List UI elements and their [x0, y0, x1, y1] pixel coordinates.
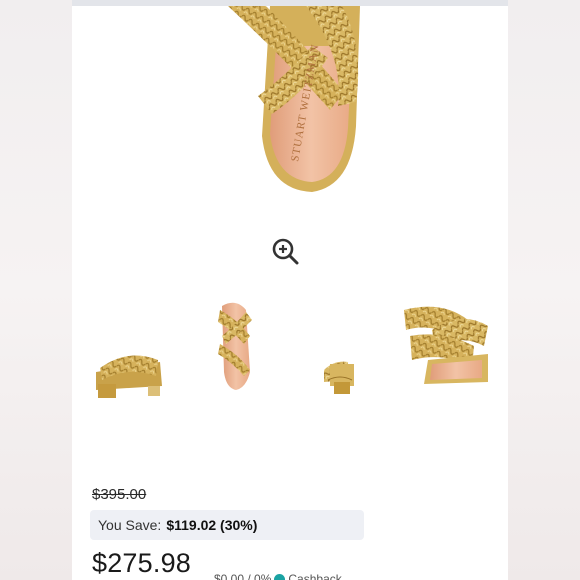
cashback-icon: [274, 573, 286, 580]
main-product-image[interactable]: STUART WEITZMAN: [72, 6, 508, 216]
product-page: STUART WEITZMAN $395.00 You Save: $119.0…: [72, 0, 508, 580]
thumbnail-back-view[interactable]: [300, 300, 384, 410]
cashback-label: Cashback: [288, 572, 342, 580]
thumbnail-strip: [90, 300, 500, 410]
thumbnail-top-view[interactable]: [194, 300, 278, 410]
savings-label: You Save:: [98, 517, 162, 533]
zoom-in-icon[interactable]: [270, 236, 302, 268]
cashback-amount: $0.00 / 0%: [214, 572, 272, 580]
current-price: $275.98: [92, 548, 191, 578]
savings-value: $119.02 (30%): [166, 517, 258, 533]
cashback-info[interactable]: $0.00 / 0% Cashback: [214, 572, 342, 580]
thumbnail-front-closeup[interactable]: [402, 300, 500, 410]
background-right: [508, 0, 580, 580]
background-left: [0, 0, 72, 580]
savings-box: You Save: $119.02 (30%): [90, 510, 364, 540]
original-price: $395.00: [92, 486, 147, 503]
thumbnail-side-view[interactable]: [90, 300, 174, 410]
